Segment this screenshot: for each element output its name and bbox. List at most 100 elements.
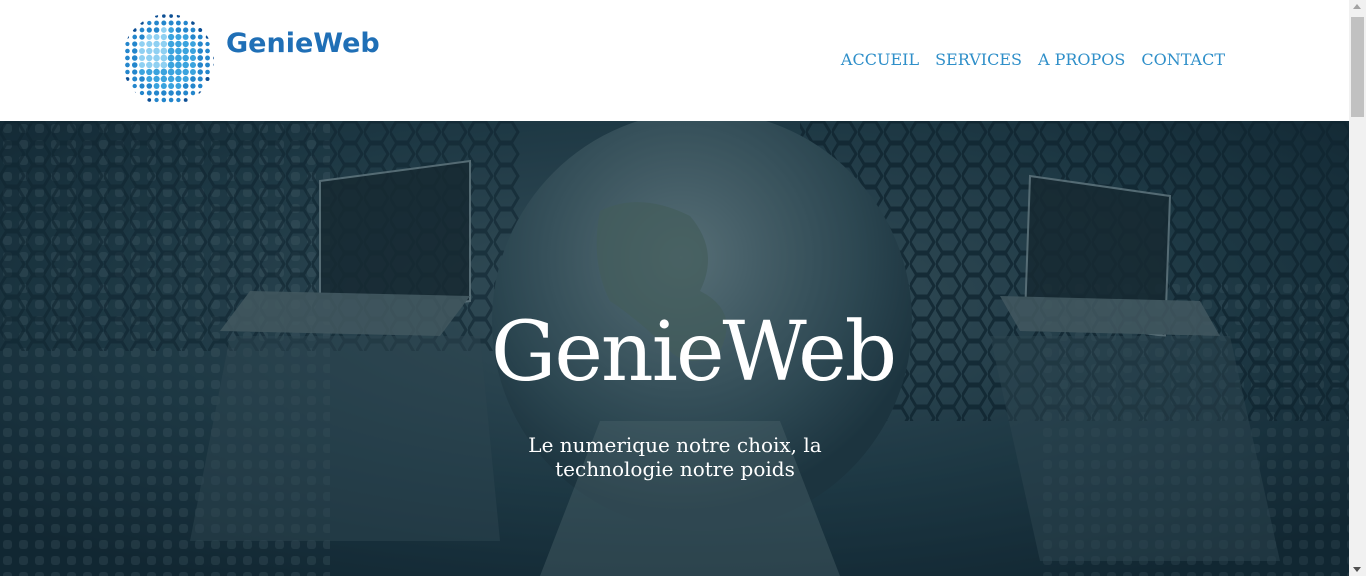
globe-dot <box>139 48 145 54</box>
globe-dot <box>139 90 145 96</box>
globe-dot <box>190 34 196 40</box>
globe-dot <box>175 90 182 96</box>
globe-dot <box>182 34 189 40</box>
globe-dot <box>175 40 182 48</box>
globe-dot <box>205 41 210 47</box>
globe-dot <box>132 83 137 89</box>
globe-dot <box>125 77 130 81</box>
globe-dot <box>182 47 189 55</box>
globe-dot <box>153 90 160 96</box>
globe-dot <box>191 21 195 25</box>
globe-dot <box>190 27 196 33</box>
globe-dot <box>153 47 160 55</box>
globe-dot <box>213 49 214 53</box>
globe-dot <box>132 48 138 54</box>
globe-dot <box>132 69 138 75</box>
globe-dot <box>190 90 196 96</box>
globe-dot <box>182 40 189 48</box>
globe-dot <box>197 55 204 61</box>
globe-dot <box>175 33 182 41</box>
globe-dot <box>168 97 174 103</box>
globe-dot <box>176 97 181 103</box>
globe-dot <box>167 54 175 62</box>
globe-dot <box>147 98 152 102</box>
globe-dot <box>147 20 152 26</box>
globe-dot <box>139 41 145 47</box>
globe-dot <box>160 47 168 55</box>
globe-dot <box>197 62 204 68</box>
globe-dot <box>132 34 138 40</box>
globe-dot <box>175 20 181 26</box>
scroll-up-arrow-icon[interactable] <box>1353 4 1361 9</box>
globe-dot <box>205 48 210 54</box>
globe-dot <box>205 76 210 82</box>
nav-item-accueil[interactable]: ACCUEIL <box>841 50 919 69</box>
globe-dot <box>160 54 168 62</box>
globe-dot <box>131 62 138 68</box>
globe-dot <box>197 48 204 54</box>
globe-dot <box>138 54 146 62</box>
globe-dot <box>182 83 189 89</box>
scrollbar-thumb[interactable] <box>1351 17 1364 117</box>
hero-title: GenieWeb <box>490 305 897 400</box>
globe-dot <box>175 61 182 69</box>
globe-dot <box>189 47 196 55</box>
globe-dot <box>154 20 159 26</box>
scroll-down-arrow-icon[interactable] <box>1353 567 1361 572</box>
globe-dot <box>125 62 130 68</box>
globe-dot <box>213 63 214 67</box>
globe-dot <box>140 21 144 25</box>
globe-dot <box>168 90 174 96</box>
site-header: GenieWeb ACCUEIL SERVICES A PROPOS CONTA… <box>0 0 1349 121</box>
vertical-scrollbar[interactable] <box>1349 0 1366 576</box>
globe-dot <box>160 40 168 48</box>
globe-dot <box>160 68 168 76</box>
globe-dot <box>146 47 153 55</box>
globe-dot <box>139 27 145 33</box>
globe-dot <box>162 14 166 18</box>
globe-dot <box>182 75 189 83</box>
main-nav: ACCUEIL SERVICES A PROPOS CONTACT <box>841 50 1225 69</box>
globe-dot <box>153 33 160 41</box>
globe-dot <box>169 14 173 18</box>
logo-text: GenieWeb <box>226 28 380 59</box>
globe-dot <box>153 68 160 76</box>
nav-item-contact[interactable]: CONTACT <box>1141 50 1225 69</box>
globe-dot <box>146 90 152 96</box>
globe-dot <box>205 35 210 39</box>
globe-dot <box>176 14 181 18</box>
globe-dot <box>125 55 130 61</box>
globe-dot <box>153 61 160 69</box>
globe-dot <box>175 83 182 89</box>
globe-dot <box>138 61 146 69</box>
globe-dot <box>183 98 188 102</box>
globe-dot <box>205 69 210 75</box>
globe-dot <box>198 91 202 95</box>
globe-dot <box>182 61 189 69</box>
globe-dot <box>153 83 160 89</box>
page: GenieWeb ACCUEIL SERVICES A PROPOS CONTA… <box>0 0 1366 576</box>
globe-dot <box>167 68 175 76</box>
globe-dot <box>175 47 182 55</box>
globe-dot <box>183 20 188 26</box>
globe-dot <box>168 33 175 41</box>
globe-dot <box>125 41 130 47</box>
globe-dot <box>153 27 160 33</box>
globe-dot <box>125 69 130 75</box>
globe-dot <box>189 69 196 75</box>
globe-dot <box>197 83 203 89</box>
globe-dot <box>131 55 138 61</box>
globe-dot <box>168 82 175 90</box>
logo-link[interactable]: GenieWeb <box>118 12 380 108</box>
globe-dot <box>154 14 159 18</box>
globe-dot <box>139 69 145 75</box>
globe-dot <box>182 68 189 76</box>
nav-item-services[interactable]: SERVICES <box>935 50 1022 69</box>
globe-dot <box>167 75 175 83</box>
globe-dot <box>160 75 168 83</box>
globe-dot <box>154 97 159 103</box>
globe-dot <box>160 61 168 69</box>
nav-item-a-propos[interactable]: A PROPOS <box>1038 50 1125 69</box>
globe-dot <box>160 83 167 89</box>
globe-dot <box>213 56 214 60</box>
